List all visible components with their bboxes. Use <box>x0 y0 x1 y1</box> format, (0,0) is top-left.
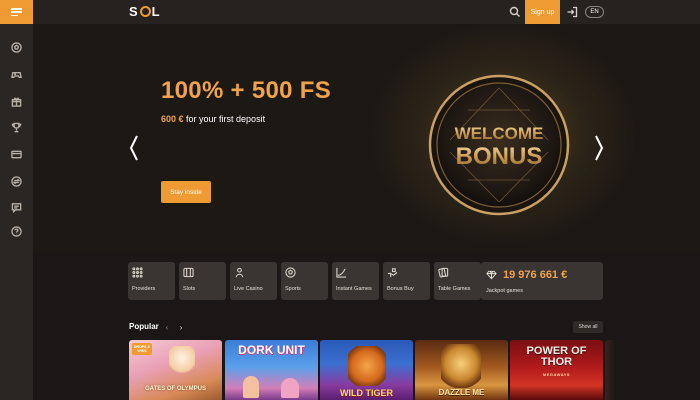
hero-subtitle: 600 € for your first deposit <box>161 114 265 124</box>
chart-icon <box>336 267 347 278</box>
brand-logo[interactable]: SL <box>129 4 161 19</box>
grid-dots-icon <box>132 267 143 278</box>
hero-amount: 600 € <box>161 114 184 124</box>
game-title: GATES OF OLYMPUS <box>144 386 206 392</box>
chevron-right-icon <box>595 135 604 161</box>
popular-prev-button[interactable]: ‹ <box>162 322 172 332</box>
category-label: Bonus Buy <box>387 286 414 292</box>
hamburger-icon <box>11 8 22 16</box>
signup-button[interactable]: Sign up <box>525 0 560 24</box>
logo-sun-mark <box>139 6 151 17</box>
jackpot-label: Jackpot games <box>486 288 523 294</box>
category-label: Live Casino <box>234 286 263 292</box>
logo-letter-s: S <box>129 4 139 19</box>
category-live-casino[interactable]: Live Casino <box>230 262 277 300</box>
gift-icon[interactable] <box>0 92 33 110</box>
dealer-icon <box>235 267 244 278</box>
game-title: WILD TIGER <box>340 388 393 398</box>
popular-next-button[interactable]: › <box>176 322 186 332</box>
welcome-bonus-badge: WELCOME BONUS <box>428 74 570 216</box>
game-title: DAZZLE ME <box>438 388 485 397</box>
chevron-left-icon <box>129 135 138 161</box>
popular-title: Popular <box>129 322 159 331</box>
chat-icon[interactable] <box>0 198 33 216</box>
ball-icon <box>285 267 296 278</box>
search-icon[interactable] <box>509 6 521 18</box>
game-title: POWER OF THOR <box>526 345 587 368</box>
badge-line2: BONUS <box>456 143 543 170</box>
hero-title: 100% + 500 FS <box>161 77 332 104</box>
menu-button[interactable] <box>0 0 33 24</box>
top-bar: SL Sign up EN <box>33 0 700 24</box>
category-label: Instant Games <box>336 286 372 292</box>
trophy-icon[interactable] <box>0 118 33 136</box>
gamepad-icon[interactable] <box>0 65 33 83</box>
stay-inside-button[interactable]: Stay inside <box>161 181 211 203</box>
hero-subtitle-text: for your first deposit <box>183 114 266 124</box>
jackpot-card[interactable]: 19 976 661 € Jackpot games <box>481 262 603 300</box>
game-tile-dazzle-me[interactable]: DAZZLE ME <box>415 340 508 400</box>
character-figure <box>243 376 259 398</box>
category-sports[interactable]: Sports <box>281 262 328 300</box>
help-icon[interactable] <box>0 222 33 240</box>
game-title: DORK UNIT <box>238 343 305 357</box>
card-icon[interactable] <box>0 145 33 163</box>
category-label: Providers <box>132 286 156 292</box>
game-tile-power-of-thor[interactable]: POWER OF THOR MEGAWAYS <box>510 340 603 400</box>
drops-wins-badge: DROPS & WINS <box>132 343 152 355</box>
game-tile-partial[interactable] <box>605 340 615 400</box>
character-figure <box>281 378 299 398</box>
zeus-figure <box>169 346 195 376</box>
category-providers[interactable]: Providers <box>128 262 175 300</box>
show-all-button[interactable]: Show all <box>573 321 603 333</box>
category-slots[interactable]: Slots <box>179 262 226 300</box>
category-label: Sports <box>285 286 301 292</box>
login-icon[interactable] <box>566 6 578 18</box>
cards-icon <box>438 267 449 278</box>
category-label: Slots <box>183 286 196 292</box>
sidebar <box>0 0 33 400</box>
hero-banner: 100% + 500 FS 600 € for your first depos… <box>33 24 700 252</box>
category-instant-games[interactable]: Instant Games <box>332 262 379 300</box>
swap-icon[interactable] <box>0 172 33 190</box>
category-table-games[interactable]: Table Games <box>434 262 481 300</box>
slot-icon <box>183 267 194 278</box>
game-tile-gates-of-olympus[interactable]: DROPS & WINS GATES OF OLYMPUS <box>129 340 222 400</box>
game-tile-dork-unit[interactable]: DORK UNIT <box>225 340 318 400</box>
hand-icon <box>387 268 398 278</box>
logo-letter-l: L <box>151 4 161 19</box>
football-icon[interactable] <box>0 38 33 56</box>
game-subtitle: MEGAWAYS <box>542 372 571 377</box>
game-tile-wild-tiger[interactable]: WILD TIGER <box>320 340 413 400</box>
medusa-face <box>441 344 481 388</box>
category-label: Table Games <box>438 286 471 292</box>
language-switch[interactable]: EN <box>585 6 604 18</box>
hero-prev-arrow[interactable] <box>129 134 139 162</box>
hero-next-arrow[interactable] <box>594 134 604 162</box>
tiger-face <box>348 346 386 386</box>
badge-line1: WELCOME <box>455 124 544 143</box>
category-bonus-buy[interactable]: Bonus Buy <box>383 262 430 300</box>
diamond-icon <box>486 270 497 280</box>
jackpot-amount: 19 976 661 € <box>503 269 568 281</box>
